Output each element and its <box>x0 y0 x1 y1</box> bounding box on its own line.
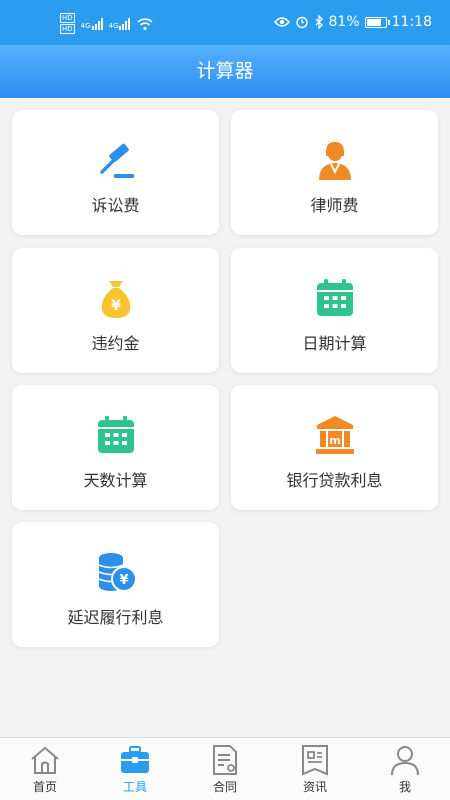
tool-card-lawyer-fee[interactable]: 律师费 <box>231 110 438 235</box>
tool-card-litigation-fee[interactable]: 诉讼费 <box>12 110 219 235</box>
tool-card-date-calc[interactable]: 日期计算 <box>231 248 438 373</box>
coins-icon: ¥ <box>98 553 137 592</box>
eye-icon <box>273 17 290 27</box>
bottom-tab-bar: 首页 工具 合同 资讯 我 <box>0 737 450 800</box>
calendar-icon <box>97 416 134 453</box>
news-icon <box>302 745 328 776</box>
money-bag-icon: ¥ <box>101 281 130 318</box>
tool-card-days-calc[interactable]: 天数计算 <box>12 385 219 510</box>
tool-card-penalty[interactable]: ¥ 违约金 <box>12 248 219 373</box>
alarm-icon <box>295 16 308 29</box>
battery-icon <box>364 16 390 28</box>
gavel-icon <box>99 143 134 178</box>
tab-tools[interactable]: 工具 <box>90 738 180 800</box>
bluetooth-icon <box>315 15 323 29</box>
tab-home[interactable]: 首页 <box>0 738 90 800</box>
battery-percent: 81% <box>328 14 360 30</box>
tab-news[interactable]: 资讯 <box>270 738 360 800</box>
network-indicators: HD HD 4G 4G <box>60 13 153 34</box>
tool-card-bank-loan-interest[interactable]: m 银行贷款利息 <box>231 385 438 510</box>
tab-me[interactable]: 我 <box>360 738 450 800</box>
svg-text:¥: ¥ <box>111 298 121 314</box>
contract-icon <box>213 745 237 775</box>
home-icon <box>31 746 59 774</box>
status-bar: HD HD 4G 4G 81% 11:18 <box>0 0 450 45</box>
signal-icon: 4G <box>109 17 131 30</box>
svg-text:¥: ¥ <box>119 573 128 588</box>
wifi-icon <box>137 17 153 30</box>
clock: 11:18 <box>391 14 432 30</box>
calendar-icon <box>316 279 353 316</box>
signal-icon: 4G <box>81 17 103 30</box>
lawyer-icon <box>318 142 351 180</box>
svg-text:m: m <box>329 434 340 447</box>
bank-icon: m <box>315 416 354 454</box>
user-icon <box>391 746 419 776</box>
title-bar: 计算器 <box>0 45 450 98</box>
hd-indicator: HD HD <box>60 13 75 34</box>
status-right: 81% 11:18 <box>273 14 432 30</box>
tool-card-late-performance-interest[interactable]: ¥ 延迟履行利息 <box>12 522 219 647</box>
page-title: 计算器 <box>196 60 254 82</box>
tab-contract[interactable]: 合同 <box>180 738 270 800</box>
toolbox-icon <box>121 746 149 773</box>
